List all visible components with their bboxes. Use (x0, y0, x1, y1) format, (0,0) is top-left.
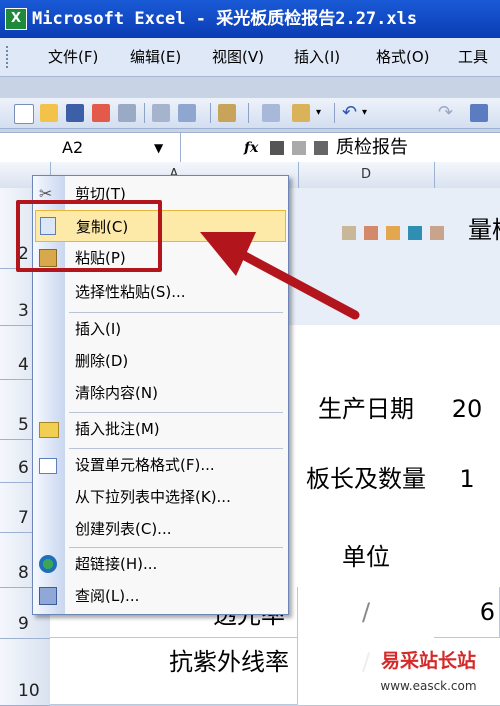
watermark-title: 易采站长站 (380, 650, 476, 672)
watermark-url: www.easck.com (380, 679, 477, 693)
watermark: 易采站长站 www.easck.com (357, 640, 500, 705)
annotation-arrow (200, 232, 360, 320)
